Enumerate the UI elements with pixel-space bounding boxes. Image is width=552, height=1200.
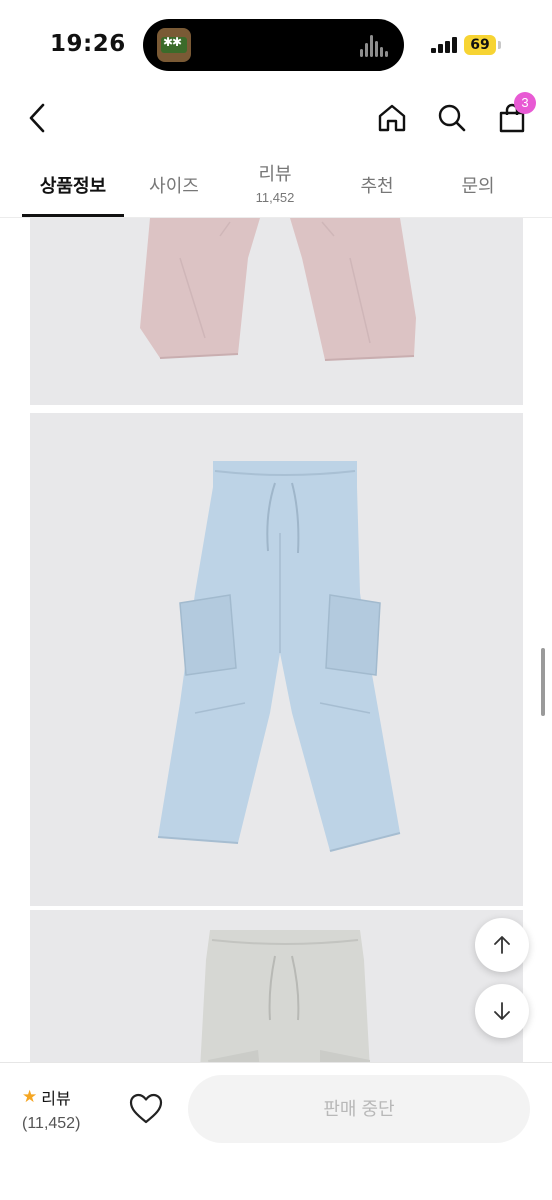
tab-active-indicator: [22, 214, 124, 217]
tab-review-count: 11,452: [255, 190, 295, 205]
app-header: 3: [0, 90, 552, 146]
now-playing-app-icon: [157, 28, 191, 62]
purchase-bar: ★ 리뷰 (11,452) 판매 중단: [0, 1062, 552, 1200]
product-image-light-gray-pants: [30, 910, 523, 1062]
tab-label: 문의: [461, 176, 495, 196]
battery-tip: [498, 41, 501, 49]
search-icon[interactable]: [432, 98, 472, 138]
tab-size[interactable]: 사이즈: [124, 150, 224, 216]
arrow-down-icon: [494, 1002, 510, 1020]
shopping-bag-icon[interactable]: 3: [492, 92, 536, 138]
tab-recommend[interactable]: 추천: [327, 150, 427, 216]
heart-icon[interactable]: [128, 1091, 164, 1127]
product-image-pink-pants: [30, 218, 523, 405]
tab-label: 리뷰: [258, 164, 292, 184]
scroll-up-button[interactable]: [475, 918, 529, 972]
scroll-down-button[interactable]: [475, 984, 529, 1038]
audio-waveform-icon: [360, 33, 390, 57]
scrollbar-thumb[interactable]: [541, 648, 545, 716]
product-detail-content[interactable]: [0, 218, 552, 1062]
battery-level: 69: [464, 35, 496, 55]
tab-product-info[interactable]: 상품정보: [22, 150, 124, 216]
cellular-signal-icon: [431, 37, 457, 53]
sale-stopped-button[interactable]: 판매 중단: [188, 1075, 530, 1143]
status-time: 19:26: [50, 31, 126, 57]
review-label: 리뷰: [41, 1091, 71, 1108]
arrow-up-icon: [494, 936, 510, 954]
product-image-light-blue-pants: [30, 413, 523, 906]
tab-label: 상품정보: [39, 176, 107, 196]
tab-review[interactable]: 리뷰 11,452: [225, 150, 325, 216]
tab-label: 사이즈: [149, 176, 199, 196]
cart-count-badge: 3: [514, 92, 536, 114]
tab-inquiry[interactable]: 문의: [428, 150, 528, 216]
review-summary-top: ★ 리뷰: [22, 1085, 92, 1109]
status-bar: 19:26 69: [0, 0, 552, 90]
home-icon[interactable]: [372, 98, 412, 138]
chevron-left-icon[interactable]: [18, 98, 58, 138]
review-count: (11,452): [22, 1115, 81, 1132]
star-icon: ★: [22, 1087, 38, 1106]
product-tabs: 상품정보 사이즈 리뷰 11,452 추천 문의: [0, 150, 552, 218]
dynamic-island[interactable]: [143, 19, 404, 71]
review-summary[interactable]: ★ 리뷰 (11,452): [22, 1085, 92, 1133]
tab-label: 추천: [360, 176, 394, 196]
